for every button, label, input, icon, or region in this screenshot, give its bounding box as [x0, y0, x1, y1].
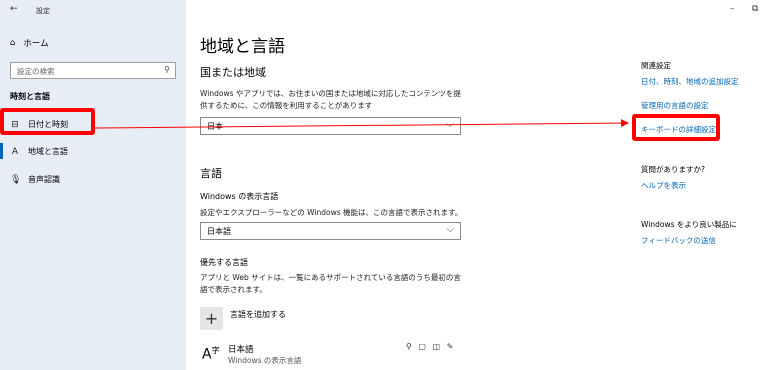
language-name[interactable]: 日本語 [228, 343, 254, 355]
sidebar: ← 設定 ⌂ ホーム 設定の検索 ⚲ 時刻と言語 ⊟ 日付と時刻 A 地域と言語… [0, 0, 186, 370]
preferred-language-description: アプリと Web サイトは、一覧にあるサポートされている言語のうち最初の言語で表… [200, 273, 461, 294]
search-placeholder: 設定の検索 [17, 67, 55, 76]
additional-date-time-region-link[interactable]: 日付、時刻、地域の追加設定 [641, 76, 739, 87]
preferred-language-label: 優先する言語 [200, 258, 248, 267]
sidebar-item-label: 地域と言語 [28, 147, 68, 156]
add-language-label[interactable]: 言語を追加する [230, 309, 286, 320]
active-indicator [0, 143, 3, 159]
administrative-language-link[interactable]: 管理用の言語の設定 [641, 100, 709, 111]
page-title: 地域と言語 [200, 37, 285, 57]
chevron-down-icon: ⌵ [446, 224, 454, 235]
region-description: Windows やアプリでは、お住まいの国または地域に対応したコンテンツを提供す… [200, 89, 461, 110]
questions-heading: 質問がありますか? [641, 165, 705, 174]
settings-search-input[interactable]: 設定の検索 ⚲ [10, 62, 176, 79]
home-icon: ⌂ [10, 38, 16, 48]
improve-windows-heading: Windows をより良い製品に [641, 220, 737, 229]
highlight-box-date-time [0, 108, 95, 135]
sidebar-item-region-language[interactable]: A 地域と言語 [10, 146, 68, 157]
give-feedback-link[interactable]: フィードバックの送信 [641, 235, 716, 246]
add-language-button[interactable]: + [200, 307, 223, 330]
sidebar-item-speech[interactable]: 🎙 音声認識 [10, 174, 60, 185]
display-language-description: 設定やエクスプローラーなどの Windows 機能は、この言語で表示されます。 [200, 208, 463, 217]
sidebar-item-label: 音声認識 [28, 175, 60, 184]
language-heading: 言語 [200, 167, 222, 180]
sidebar-section-title: 時刻と言語 [10, 92, 50, 101]
language-glyph-icon: A字 [202, 346, 220, 363]
region-select[interactable]: 日本 ⌵ [200, 117, 461, 135]
get-help-link[interactable]: ヘルプを表示 [641, 180, 686, 191]
plus-icon: + [204, 309, 219, 328]
main-content: 地域と言語 国または地域 Windows やアプリでは、お住まいの国または地域に… [200, 0, 620, 370]
home-nav-item[interactable]: ⌂ ホーム [10, 37, 49, 49]
language-feature-icons: ⚲ ▢ ◫ ✎ [406, 342, 456, 351]
display-language-value: 日本語 [207, 227, 231, 236]
region-value: 日本 [207, 122, 223, 131]
language-subtitle: Windows の表示言語 [228, 356, 302, 365]
chevron-down-icon: ⌵ [446, 119, 454, 130]
region-heading: 国または地域 [200, 66, 266, 79]
display-language-label: Windows の表示言語 [200, 192, 279, 201]
search-icon: ⚲ [164, 65, 170, 74]
home-label: ホーム [23, 39, 49, 49]
related-settings-heading: 関連設定 [641, 61, 671, 70]
window-title: 設定 [36, 7, 50, 15]
microphone-icon: 🎙 [10, 174, 22, 185]
back-arrow-icon[interactable]: ← [10, 4, 18, 14]
highlight-box-keyboard [632, 114, 720, 141]
display-language-select[interactable]: 日本語 ⌵ [200, 222, 461, 240]
globe-language-icon: A [11, 146, 19, 157]
related-settings-panel: 関連設定 日付、時刻、地域の追加設定 管理用の言語の設定 キーボードの詳細設定 … [641, 0, 774, 370]
